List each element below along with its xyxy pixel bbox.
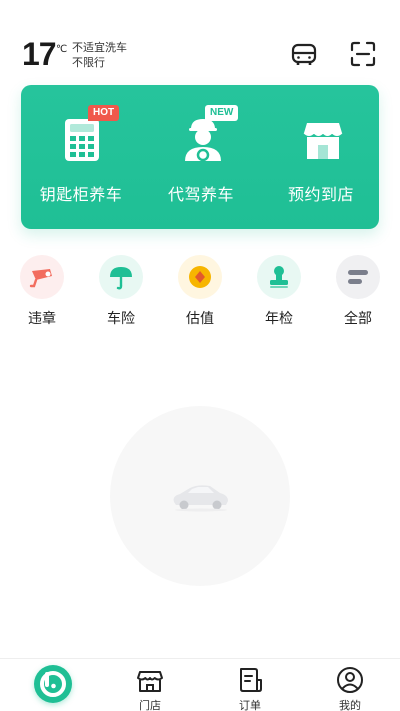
tab-store[interactable]: 门店 (100, 659, 200, 711)
umbrella-icon (110, 267, 132, 290)
tool-circle (257, 255, 301, 299)
service-label: 代驾养车 (167, 185, 234, 204)
tool-circle (336, 255, 380, 299)
all-icon (348, 270, 368, 284)
profile-icon (337, 667, 363, 693)
tab-label: 订单 (239, 699, 261, 711)
tab-label: 我的 (339, 699, 361, 711)
store-icon (303, 123, 343, 159)
tool-insurance[interactable]: 车险 (91, 255, 151, 335)
service-label: 钥匙柜养车 (39, 185, 123, 204)
car-silhouette-icon (173, 485, 228, 512)
tool-label: 全部 (344, 311, 372, 327)
tool-violation[interactable]: 违章 (12, 255, 72, 335)
store-icon (137, 671, 163, 692)
bottom-tab-bar: 门店 订单 我的 (0, 658, 400, 711)
tab-home[interactable] (0, 659, 100, 711)
temperature: 17 (22, 36, 57, 72)
tool-label: 车险 (107, 311, 135, 327)
tool-label: 违章 (28, 311, 56, 327)
tool-annual-inspection[interactable]: 年检 (249, 255, 309, 335)
service-label: 预约到店 (287, 185, 354, 204)
quick-tools: 违章 车险 估值 年检 全部 (0, 255, 400, 335)
tab-profile[interactable]: 我的 (300, 659, 400, 711)
new-badge: NEW (205, 105, 239, 121)
locker-icon (65, 119, 99, 161)
order-icon (240, 668, 262, 692)
logo-mark (40, 671, 66, 697)
hot-badge: HOT (88, 105, 120, 121)
car-front-icon (291, 43, 317, 65)
coin-icon (189, 266, 211, 288)
service-driver[interactable]: NEW 代驾养车 (141, 85, 261, 229)
driver-icon (185, 119, 221, 162)
camera-icon (29, 269, 52, 288)
tool-label: 年检 (265, 311, 293, 327)
scan-button[interactable] (349, 40, 377, 68)
tool-label: 估值 (186, 311, 214, 327)
temperature-unit: ℃ (56, 44, 68, 55)
tab-label: 门店 (139, 699, 161, 711)
service-store-booking[interactable]: 预约到店 (261, 85, 381, 229)
tool-circle (99, 255, 143, 299)
weather-info: 不适宜洗车 不限行 (72, 40, 127, 70)
my-car-button[interactable] (290, 40, 318, 68)
car-wash-advice: 不适宜洗车 (72, 41, 127, 54)
service-key-locker[interactable]: HOT 钥匙柜养车 (21, 85, 141, 229)
traffic-limit: 不限行 (72, 56, 105, 69)
home-logo-icon (34, 665, 72, 703)
tool-all[interactable]: 全部 (328, 255, 388, 335)
tool-circle (178, 255, 222, 299)
tool-circle (20, 255, 64, 299)
header: 17 ℃ 不适宜洗车 不限行 (0, 0, 400, 80)
stamp-icon (270, 266, 288, 288)
tab-orders[interactable]: 订单 (200, 659, 300, 711)
service-banner: HOT 钥匙柜养车 NEW 代驾养车 预约到店 (21, 85, 379, 229)
scan-icon (350, 41, 376, 67)
tool-valuation[interactable]: 估值 (170, 255, 230, 335)
my-car-placeholder[interactable] (110, 406, 290, 586)
